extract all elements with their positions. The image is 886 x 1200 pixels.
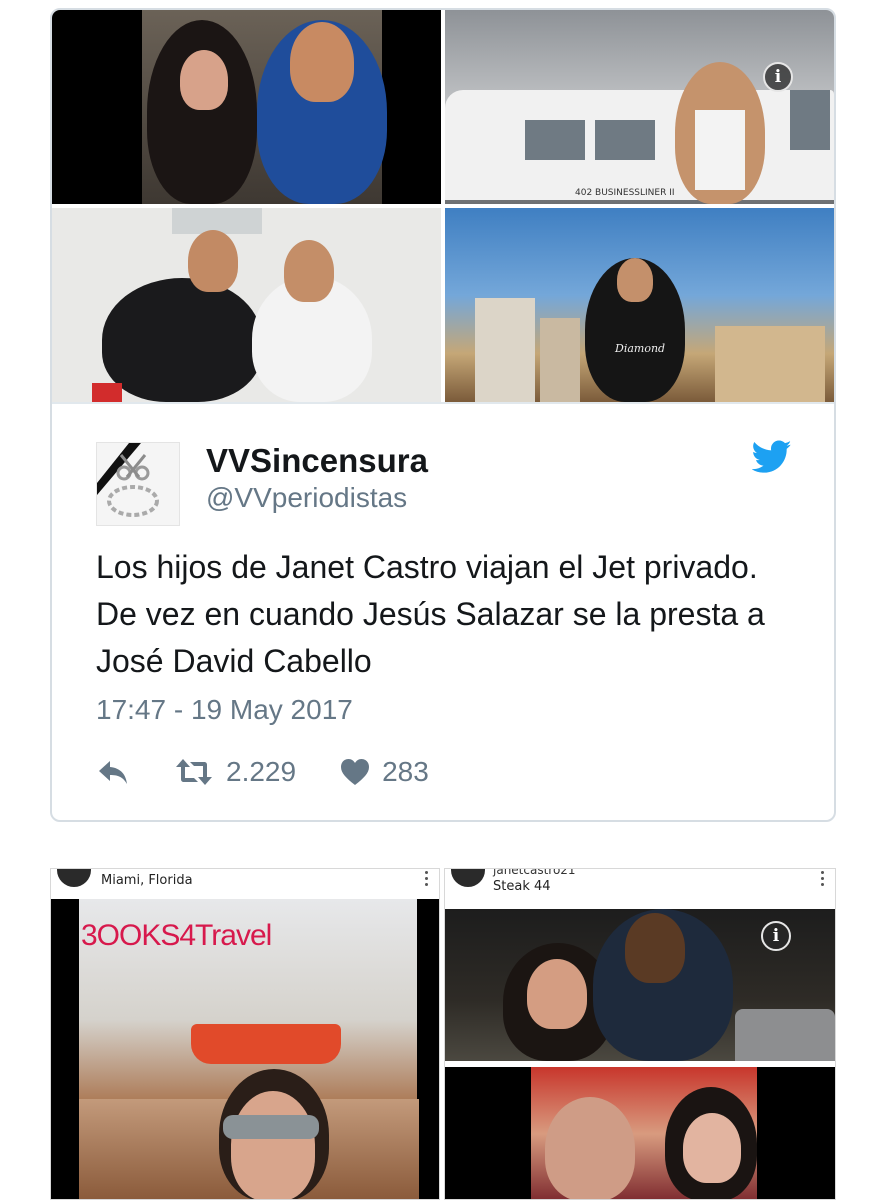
tweet-media-grid: 402 BUSINESSLINER II i Diamond [52, 10, 834, 402]
tweet-card[interactable]: 402 BUSINESSLINER II i Diamond VVSincens… [50, 8, 836, 822]
van-text: 402 BUSINESSLINER II [575, 188, 675, 198]
handle[interactable]: @VVperiodistas [206, 482, 407, 514]
instagram-collage: Miami, Florida 3OOKS4Travel janetcastro2… [50, 868, 836, 1200]
store-sign: 3OOKS4Travel [81, 919, 272, 952]
display-name[interactable]: VVSincensura [206, 442, 428, 480]
insta-username: janetcastro21 [493, 868, 576, 877]
insta-header-right: janetcastro21 Steak 44 [445, 869, 835, 899]
tweet-photo-3[interactable] [52, 208, 441, 402]
tweet-photo-2[interactable]: 402 BUSINESSLINER II i [445, 10, 834, 204]
like-button[interactable]: 283 [340, 756, 429, 788]
retweet-icon [176, 759, 212, 785]
reply-button[interactable] [96, 757, 130, 787]
insta-avatar [451, 869, 485, 887]
info-icon[interactable]: i [763, 62, 793, 92]
more-options-icon[interactable] [821, 871, 825, 889]
more-options-icon[interactable] [425, 871, 429, 889]
tweet-photo-1[interactable] [52, 10, 441, 204]
tweet-body: VVSincensura @VVperiodistas Los hijos de… [52, 402, 834, 820]
night-photo: i [445, 909, 835, 1061]
retweet-button[interactable]: 2.229 [174, 756, 296, 788]
info-icon[interactable]: i [761, 921, 791, 951]
party-photo [445, 1067, 835, 1199]
timestamp[interactable]: 17:47 - 19 May 2017 [96, 694, 353, 726]
shirt-text: Diamond [615, 342, 666, 355]
like-count: 283 [382, 756, 429, 787]
collage-photo-left[interactable]: Miami, Florida 3OOKS4Travel [50, 868, 440, 1200]
reply-icon [99, 761, 127, 784]
heart-icon [341, 759, 370, 785]
retweet-count: 2.229 [226, 756, 297, 787]
insta-location: Miami, Florida [101, 873, 193, 888]
tweet-photo-4[interactable]: Diamond [445, 208, 834, 402]
tweet-text: Los hijos de Janet Castro viajan el Jet … [96, 549, 765, 679]
insta-location: Steak 44 [493, 879, 551, 894]
twitter-bird-icon[interactable] [751, 440, 792, 474]
insta-avatar [57, 869, 91, 887]
avatar[interactable] [96, 442, 180, 526]
tweet-actions: 2.229 283 [96, 752, 429, 792]
collage-photo-right[interactable]: janetcastro21 Steak 44 i [444, 868, 836, 1200]
insta-header-left: Miami, Florida [51, 869, 439, 899]
